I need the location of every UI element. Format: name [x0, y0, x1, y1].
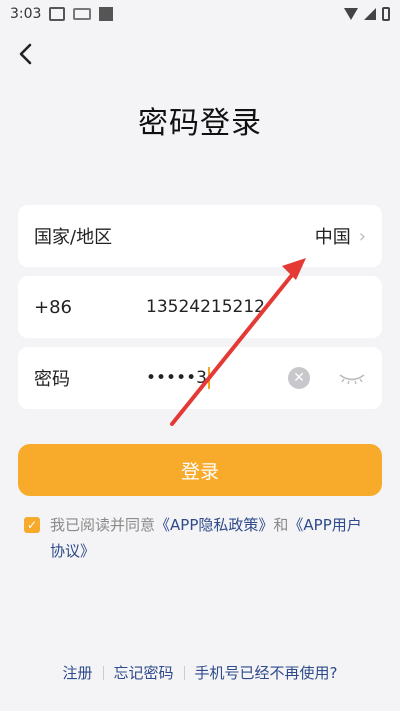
- register-link[interactable]: 注册: [63, 662, 93, 683]
- phone-input[interactable]: 13524215212: [146, 297, 346, 317]
- password-row: 密码 •••••3 ✕: [18, 347, 382, 409]
- eye-closed-icon[interactable]: [338, 367, 366, 389]
- status-bar: 3:03: [0, 0, 400, 28]
- agreement: ✓ 我已阅读并同意《APP隐私政策》和《APP用户协议》: [24, 512, 384, 564]
- region-selector[interactable]: 国家/地区 中国 ›: [18, 205, 382, 267]
- privacy-policy-link[interactable]: 《APP隐私政策》: [155, 516, 273, 534]
- wifi-icon: [344, 8, 358, 20]
- agreement-checkbox[interactable]: ✓: [24, 517, 40, 533]
- agreement-text: 我已阅读并同意《APP隐私政策》和《APP用户协议》: [50, 512, 370, 564]
- phone-row: +86 13524215212: [18, 276, 382, 338]
- agreement-prefix: 我已阅读并同意: [50, 516, 156, 534]
- notification-square-icon: [99, 7, 114, 21]
- footer-links: 注册 忘记密码 手机号已经不再使用?: [0, 662, 400, 683]
- region-label: 国家/地区: [34, 227, 113, 248]
- battery-icon: [382, 7, 390, 21]
- divider: [183, 665, 185, 680]
- agreement-and: 和: [273, 516, 289, 534]
- password-value: •••••3: [146, 368, 207, 388]
- text-cursor: [207, 367, 210, 389]
- page-title: 密码登录: [138, 106, 262, 141]
- forgot-password-link[interactable]: 忘记密码: [114, 662, 174, 683]
- region-value-group: 中国 ›: [315, 223, 366, 249]
- back-arrow-icon: [19, 43, 32, 65]
- image-notification-icon: [49, 7, 66, 21]
- login-button[interactable]: 登录: [18, 444, 382, 496]
- region-value: 中国: [314, 227, 351, 248]
- eye-closed-svg: [339, 374, 365, 385]
- keyboard-icon: [73, 8, 92, 20]
- back-button[interactable]: [14, 42, 38, 66]
- status-left: 3:03: [10, 6, 114, 22]
- country-code[interactable]: +86: [34, 297, 146, 318]
- divider: [102, 665, 104, 680]
- password-input[interactable]: •••••3: [146, 367, 266, 389]
- status-right: [344, 7, 390, 21]
- chevron-right-icon: ›: [358, 225, 366, 247]
- phone-unused-link[interactable]: 手机号已经不再使用?: [195, 662, 338, 683]
- password-label: 密码: [34, 369, 70, 390]
- clear-icon[interactable]: ✕: [288, 367, 310, 389]
- status-time: 3:03: [10, 6, 42, 22]
- signal-icon: [364, 8, 376, 20]
